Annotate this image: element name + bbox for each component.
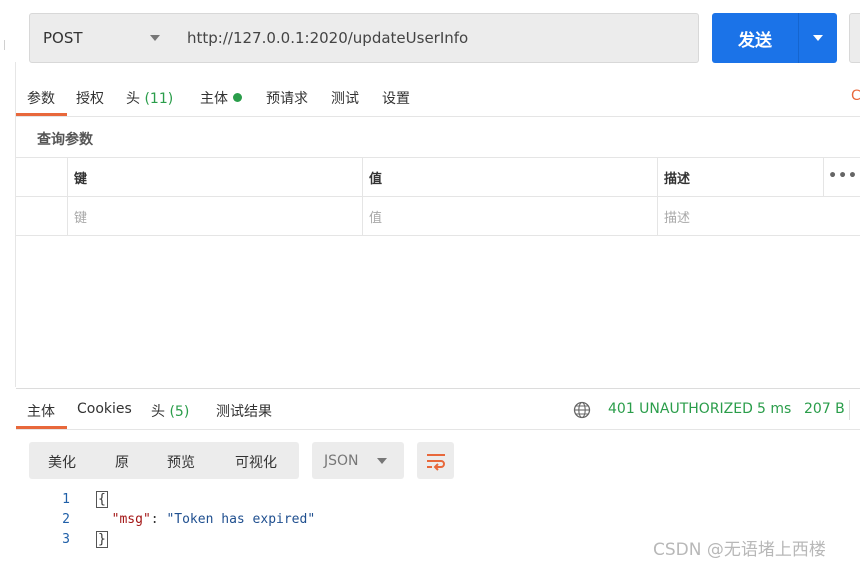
table-header-row: 键 值 描述 ••• [16,158,860,197]
json-colon: : [150,512,167,527]
table-options-cell: ••• [823,158,860,196]
request-tabs: 参数 授权 头 (11) 主体 预请求 测试 设置 [16,80,860,116]
status-dot-icon [233,93,242,102]
tab-params[interactable]: 参数 [27,88,55,108]
watermark: CSDN @无语堵上西楼 [653,540,826,560]
send-button[interactable]: 发送 [712,13,837,63]
status-badge[interactable]: 401 UNAUTHORIZED [608,401,753,417]
globe-icon[interactable] [573,401,591,419]
send-label: 发送 [738,30,772,51]
url-input[interactable]: http://127.0.0.1:2020/updateUserInfo [174,13,699,63]
open-brace: { [96,491,108,508]
tab-response-headers-label: 头 [151,404,165,420]
json-key: "msg" [111,512,151,527]
method-label: POST [43,29,83,47]
column-header-value: 值 [362,158,658,196]
divider [849,400,850,420]
line-number: 1 [62,492,70,507]
url-text: http://127.0.0.1:2020/updateUserInfo [187,29,469,47]
query-params-title: 查询参数 [37,132,93,148]
tab-auth[interactable]: 授权 [76,88,104,108]
tab-cookies[interactable]: Cookies [77,401,132,417]
chevron-down-icon [377,458,387,464]
tab-response-body[interactable]: 主体 [27,401,55,421]
key-input[interactable]: 键 [67,197,363,235]
code-text: { [96,491,108,508]
chevron-down-icon [813,35,823,41]
tab-headers[interactable]: 头 (11) [126,88,173,108]
response-time[interactable]: 5 ms [757,401,791,417]
json-value: "Token has expired" [166,512,316,527]
left-edge-tick [4,40,12,50]
tab-headers-count: (11) [144,91,174,107]
tab-body-label: 主体 [200,91,228,107]
tab-response-headers-count: (5) [169,404,190,420]
code-text: } [96,531,108,548]
response-size[interactable]: 207 B [804,401,845,417]
query-params-table: 键 值 描述 ••• 键 值 描述 [16,157,860,236]
format-select[interactable]: JSON [312,442,404,479]
send-dropdown-button[interactable] [799,13,837,63]
tab-response-headers[interactable]: 头 (5) [151,401,189,421]
divider [16,429,860,430]
column-header-key: 键 [67,158,363,196]
code-text: "msg": "Token has expired" [96,512,316,527]
method-select[interactable]: POST [29,13,175,63]
line-number: 3 [62,532,70,547]
column-header-description: 描述 [657,158,824,196]
tab-test-results[interactable]: 测试结果 [216,401,272,421]
row-checkbox-cell [16,197,68,235]
value-input[interactable]: 值 [362,197,658,235]
table-checkbox-column [16,158,68,196]
tab-body[interactable]: 主体 [200,88,242,108]
cookies-link[interactable]: C [851,88,860,104]
description-input[interactable]: 描述 [657,197,860,235]
wrap-icon [426,453,445,471]
pane-splitter[interactable] [16,388,860,389]
tab-headers-label: 头 [126,91,140,107]
line-number: 2 [62,512,70,527]
view-mode-group: 美化 原 预览 可视化 [29,442,299,479]
visualize-button[interactable]: 可视化 [235,452,277,472]
tab-tests[interactable]: 测试 [331,88,359,108]
divider [16,116,860,117]
save-button[interactable] [849,13,860,63]
tab-pre-request[interactable]: 预请求 [266,88,308,108]
wrap-lines-button[interactable] [417,442,454,479]
pretty-button[interactable]: 美化 [48,452,76,472]
more-icon[interactable]: ••• [828,168,858,184]
tab-settings[interactable]: 设置 [382,88,410,108]
raw-button[interactable]: 原 [115,452,129,472]
chevron-down-icon [150,35,160,41]
table-row: 键 值 描述 [16,197,860,236]
format-label: JSON [324,452,359,469]
close-brace: } [96,531,108,548]
preview-button[interactable]: 预览 [167,452,195,472]
